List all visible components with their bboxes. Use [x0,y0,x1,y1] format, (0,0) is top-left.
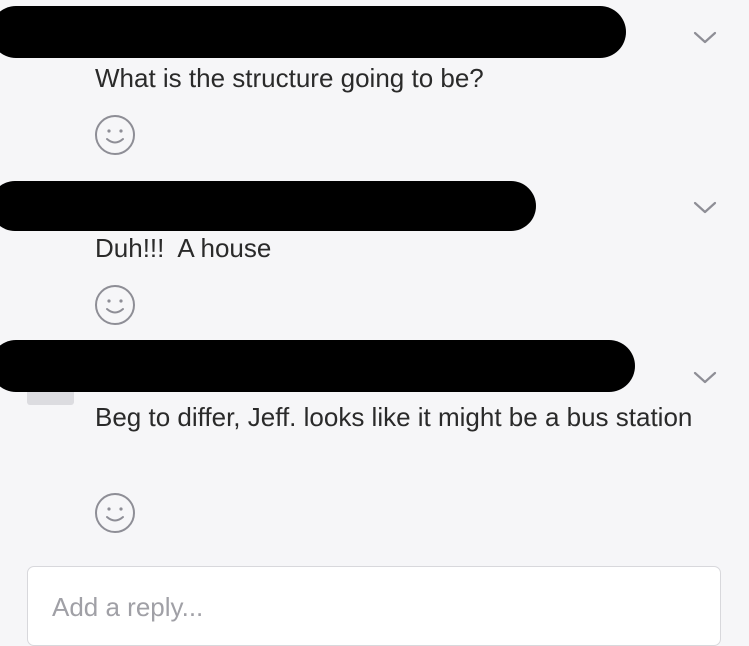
comment-text: Beg to differ, Jeff. looks like it might… [95,402,693,432]
redacted-author-name [0,181,536,231]
comment-item: What is the structure going to be? [0,0,749,170]
smiley-icon[interactable] [94,284,136,326]
reply-input[interactable] [52,587,692,627]
redacted-author-name [0,340,635,392]
comment-thread: What is the structure going to be? Duh!!… [0,0,749,646]
chevron-down-icon[interactable] [692,368,718,386]
smiley-icon[interactable] [94,492,136,534]
reply-box [27,566,721,646]
comment-text: Duh!!! A house [95,233,272,263]
chevron-down-icon[interactable] [692,28,718,46]
smiley-icon[interactable] [94,114,136,156]
comment-text: What is the structure going to be? [95,63,484,93]
comment-item: Duh!!! A house [0,170,749,340]
avatar [27,391,74,405]
redacted-author-name [0,6,626,58]
comment-item: Beg to differ, Jeff. looks like it might… [0,340,749,560]
chevron-down-icon[interactable] [692,198,718,216]
